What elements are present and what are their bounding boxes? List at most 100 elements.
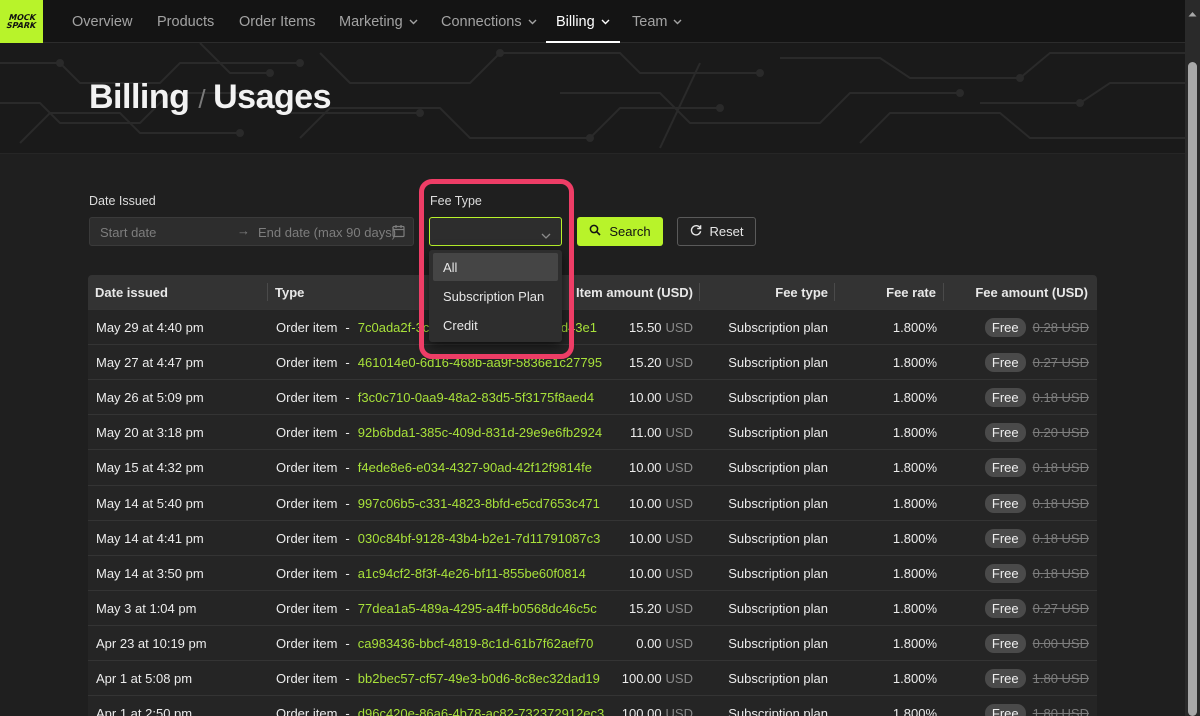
cell-type-label: Order item [276,355,338,371]
cell-fee-rate: 1.800% [892,355,937,371]
cell-fee-type: Subscription plan [728,635,828,651]
original-fee-amount: 0.20 USD [1032,425,1089,441]
cell-fee-amount: Free 0.18 USD [984,493,1089,513]
nav-billing[interactable]: Billing [546,0,620,43]
nav-order-items[interactable]: Order Items [239,0,316,43]
header-type[interactable]: Type [275,285,304,300]
scroll-up-arrow-icon[interactable] [1188,4,1197,22]
end-date-input[interactable]: End date (max 90 days) [258,225,396,240]
table-row[interactable]: Apr 1 at 5:08 pm Order item - bb2bec57-cf57… [88,660,1097,695]
order-item-link[interactable]: 997c06b5-c331-4823-8bfd-e5cd7653c471 [358,496,600,511]
cell-type: Order item - bb2bec57-cf57-49e3-b0d6-8c8ec… [276,671,600,686]
free-badge: Free [984,423,1026,443]
order-item-link[interactable]: f4ede8e6-e034-4327-90ad-42f12f9814fe [358,460,592,475]
type-id-separator: - [345,495,350,511]
original-fee-amount: 0.18 USD [1032,390,1089,406]
cell-type-label: Order item [276,706,338,716]
table-row[interactable]: May 20 at 3:18 pm Order item -92b6bda1-385… [88,414,1097,449]
free-badge: Free [984,353,1026,373]
order-item-link[interactable]: 77dea1a5-489a-4295-a4ff-b0568dc46c5c [358,601,597,616]
table-row[interactable]: May 3 at 1:04 pm Order item -77dea1a5-489a… [88,589,1097,625]
cell-type: Order item - a1c94cf2-8f3f-4e26-bf11-855be… [276,566,586,581]
cell-type-label: Order item [276,565,338,581]
free-badge: Free [984,633,1026,653]
cell-type-label: Order item [276,600,338,616]
order-item-link[interactable]: a1c94cf2-8f3f-4e26-bf11-855be60f0814 [358,566,586,581]
table-row[interactable]: Apr 1 at 2:50 pm Order item - d96c420e-86a6… [88,695,1097,716]
nav-connections[interactable]: Connections [441,0,537,43]
cell-fee-rate: 1.800% [892,530,937,546]
fee-type-option-subscription-plan[interactable]: Subscription Plan [433,282,558,310]
original-fee-amount: 0.18 USD [1032,495,1089,511]
nav-products[interactable]: Products [157,0,214,43]
breadcrumb-billing[interactable]: Billing [89,78,190,117]
table-row[interactable]: Apr 23 at 10:19 pm Order item - ca983436-bb… [88,624,1097,660]
nav-team[interactable]: Team [632,0,682,43]
nav-marketing[interactable]: Marketing [339,0,418,43]
original-fee-amount: 0.18 USD [1032,460,1089,476]
cell-type-label: Order item [276,425,338,441]
order-item-link[interactable]: 92b6bda1-385c-409d-831d-29e9e6fb2924 [358,425,602,440]
table-row[interactable]: May 15 at 4:32 pm Order item - f4ede8e6-e03… [88,449,1097,484]
fee-type-option-credit[interactable]: Credit [433,311,558,339]
reset-button-label: Reset [709,224,744,239]
type-id-separator: - [345,530,350,546]
order-item-link[interactable]: f3c0c710-0aa9-48a2-83d5-5f3175f8aed4 [358,390,594,405]
currency-label: USD [665,565,693,581]
option-label: Credit [443,317,478,333]
date-range-picker[interactable]: Start date → End date (max 90 days) [89,217,414,246]
header-fee-type[interactable]: Fee type [775,285,828,300]
currency-label: USD [665,320,693,335]
reset-button[interactable]: Reset [677,217,756,246]
nav-overview[interactable]: Overview [72,0,132,43]
start-date-input[interactable]: Start date [100,225,156,240]
search-button[interactable]: Search [577,217,663,246]
chevron-down-icon [673,19,682,25]
cell-item-amount: 100.00 USD [622,671,693,686]
header-fee-rate[interactable]: Fee rate [886,285,936,300]
scrollbar-thumb[interactable] [1188,62,1197,716]
search-button-label: Search [609,224,651,239]
table-row[interactable]: May 29 at 4:40 pmOrder item-7c0ada2f-3cd… [88,309,1097,344]
table-row[interactable]: May 14 at 3:50 pm Order item - a1c94cf2-8f3… [88,554,1097,590]
order-item-link[interactable]: ca983436-bbcf-4819-8c1d-61b7f62aef70 [358,636,594,651]
order-item-link[interactable]: bb2bec57-cf57-49e3-b0d6-8c8ec32dad19 [358,671,600,686]
mockspark-logo[interactable]: MOCK SPARK [0,0,43,43]
cell-fee-rate: 1.800% [892,565,937,581]
order-item-link[interactable]: d96c420e-86a6-4b78-ac82-732372912ec3 [358,706,605,716]
cell-type-label: Order item [276,635,338,651]
fee-type-select[interactable] [429,217,562,246]
header-item-amount[interactable]: Item amount (USD) [576,285,693,300]
fee-type-dropdown-menu: All Subscription Plan Credit [429,250,562,342]
original-fee-amount: 0.18 USD [1032,530,1089,546]
cell-type-label: Order item [276,671,338,686]
date-issued-label: Date Issued [89,194,156,208]
cell-item-amount: 15.20 USD [629,601,693,616]
order-item-link[interactable]: 461014e0-6d16-468b-aa9f-5836e1c27795 [358,355,602,370]
table-row[interactable]: May 14 at 5:40 pm Order item -997c06b5-c33… [88,484,1097,520]
currency-label: USD [665,355,693,371]
free-badge: Free [984,528,1026,548]
table-row[interactable]: May 14 at 4:41 pm Order item -030c84bf-912… [88,519,1097,555]
header-fee-amount[interactable]: Fee amount (USD) [975,285,1088,300]
currency-label: USD [665,706,693,716]
header-date-issued[interactable]: Date issued [95,285,168,300]
cell-fee-amount: Free 0.18 USD [984,563,1089,583]
calendar-icon[interactable] [392,224,405,241]
table-row[interactable]: May 27 at 4:47 pm Order item -461014e0-6d1… [88,344,1097,379]
cell-item-amount: 10.00 USD [629,496,693,511]
table-row[interactable]: May 26 at 5:09 pm Order item - f3c0c710-0aa… [88,379,1097,414]
cell-type: Order item - ca983436-bbcf-4819-8c1d-61b7f… [276,636,593,651]
cell-item-amount: 10.00 USD [629,531,693,546]
breadcrumb-current: Usages [213,78,332,116]
cell-fee-type: Subscription plan [728,495,828,511]
cell-fee-amount: Free 0.28 USD [984,318,1089,337]
cell-fee-type: Subscription plan [728,320,828,335]
free-badge: Free [984,563,1026,583]
order-item-link[interactable]: 030c84bf-9128-43b4-b2e1-7d11791087c3 [358,531,601,546]
currency-label: USD [665,635,693,651]
page-scrollbar[interactable] [1185,0,1200,716]
fee-type-option-all[interactable]: All [433,253,558,281]
cell-date-issued: May 14 at 3:50 pm [96,565,204,581]
free-badge: Free [984,669,1026,688]
